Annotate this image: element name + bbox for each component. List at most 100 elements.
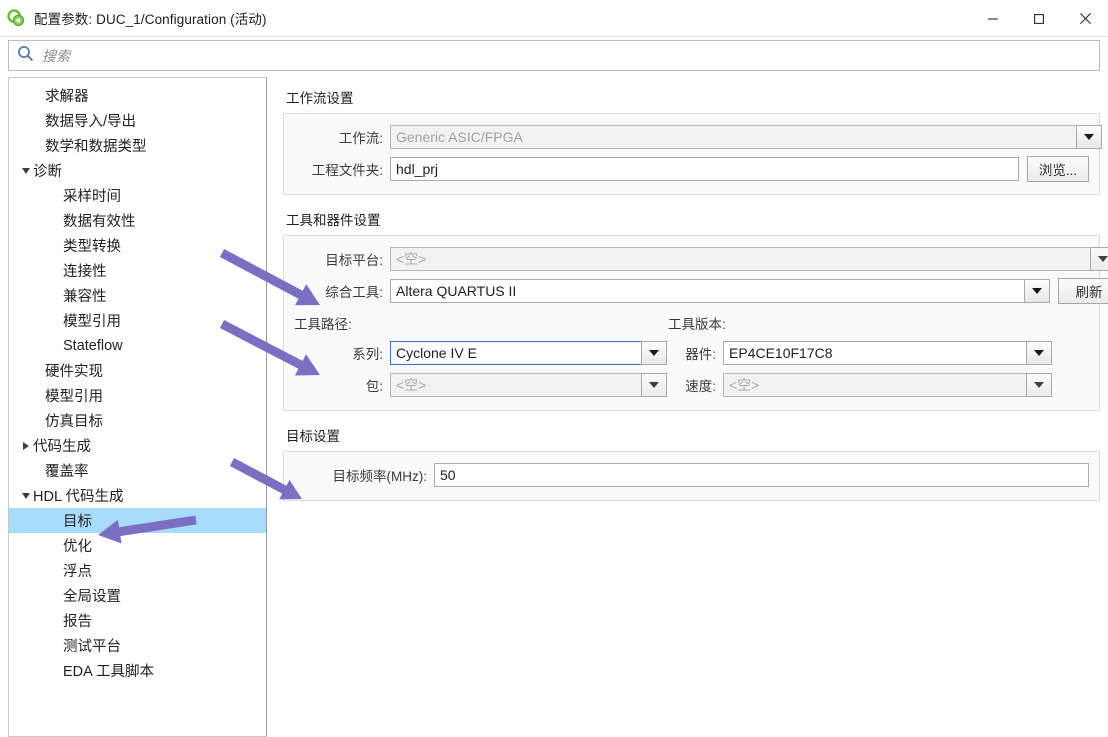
chevron-down-icon[interactable] [1026, 373, 1052, 397]
sidebar-item-6[interactable]: 类型转换 [9, 233, 266, 258]
sidebar-item-12[interactable]: 模型引用 [9, 383, 266, 408]
chevron-down-icon[interactable] [1024, 279, 1050, 303]
sidebar-item-label: 诊断 [33, 164, 62, 180]
sidebar-item-label: 报告 [63, 614, 92, 630]
sidebar-item-label: 模型引用 [63, 314, 121, 330]
family-value[interactable]: Cyclone IV E [390, 341, 641, 365]
tool-group: 目标平台: <空> 综合工具: Altera QUARTUS II 刷新 工具路… [283, 235, 1108, 411]
sidebar-item-9[interactable]: 模型引用 [9, 308, 266, 333]
synthesis-tool-value[interactable]: Altera QUARTUS II [390, 279, 1024, 303]
workflow-group: 工作流: Generic ASIC/FPGA 工程文件夹: hdl_prj 浏览… [283, 113, 1102, 195]
chevron-down-icon[interactable] [19, 167, 33, 174]
sidebar-item-17[interactable]: 目标 [9, 508, 266, 533]
sidebar-item-19[interactable]: 浮点 [9, 558, 266, 583]
sidebar-item-label: 代码生成 [33, 439, 91, 455]
sidebar-item-18[interactable]: 优化 [9, 533, 266, 558]
family-combo[interactable]: Cyclone IV E [390, 341, 667, 365]
sidebar-item-label: 覆盖率 [45, 464, 89, 480]
content-area: 求解器数据导入/导出 数学和数据类型诊断 采样时间数据有效性类型转换连接性兼容性模型… [0, 77, 1108, 737]
sidebar-item-label: EDA 工具脚本 [63, 664, 155, 680]
search-input[interactable]: 搜索 [8, 40, 1100, 71]
sidebar-item-4[interactable]: 采样时间 [9, 183, 266, 208]
package-combo[interactable]: <空> [390, 373, 667, 397]
sidebar-item-label: 数据有效性 [63, 214, 136, 230]
project-folder-input[interactable]: hdl_prj [390, 157, 1019, 181]
target-frequency-label: 目标频率(MHz): [332, 469, 428, 484]
tool-version-label: 工具版本: [668, 317, 726, 332]
minimize-button[interactable] [970, 0, 1016, 37]
sidebar-item-label: 浮点 [63, 564, 92, 580]
workflow-group-title: 工作流设置 [286, 91, 354, 106]
family-label: 系列: [352, 347, 383, 362]
chevron-down-icon[interactable] [641, 341, 667, 365]
paths-header-row: 工具路径: 工具版本: [294, 310, 1089, 336]
chevron-down-icon[interactable] [1090, 247, 1108, 271]
sidebar-item-1[interactable]: 数据导入/导出 [9, 108, 266, 133]
maximize-button[interactable] [1016, 0, 1062, 37]
sidebar-item-label: 仿真目标 [45, 414, 103, 430]
package-value[interactable]: <空> [390, 373, 641, 397]
synthesis-tool-row: 综合工具: Altera QUARTUS II 刷新 [294, 277, 1108, 305]
target-group: 目标频率(MHz): 50 [283, 451, 1100, 501]
tool-path-label: 工具路径: [294, 317, 352, 332]
sidebar-item-10[interactable]: Stateflow [9, 333, 266, 358]
sidebar-item-label: 类型转换 [63, 239, 121, 255]
tree-root: 求解器数据导入/导出 数学和数据类型诊断 采样时间数据有效性类型转换连接性兼容性模型… [9, 78, 266, 683]
sidebar-item-3[interactable]: 诊断 [9, 158, 266, 183]
package-label: 包: [365, 379, 383, 394]
sidebar-item-11[interactable]: 硬件实现 [9, 358, 266, 383]
sidebar-item-label: Stateflow [63, 337, 123, 354]
target-group-title: 目标设置 [286, 429, 340, 444]
workflow-label: 工作流: [338, 131, 383, 146]
sidebar-item-15[interactable]: 覆盖率 [9, 458, 266, 483]
refresh-button[interactable]: 刷新 [1058, 278, 1108, 304]
sidebar-item-label: 兼容性 [63, 289, 107, 305]
target-frequency-row: 目标频率(MHz): 50 [294, 461, 1089, 489]
title-bar: 配置参数: DUC_1/Configuration (活动) [0, 0, 1108, 37]
sidebar-item-14[interactable]: 代码生成 [9, 433, 266, 458]
chevron-down-icon[interactable] [1076, 125, 1102, 149]
synthesis-tool-label: 综合工具: [325, 285, 383, 300]
sidebar-item-0[interactable]: 求解器 [9, 83, 266, 108]
package-speed-row: 包: <空> 速度: <空> [294, 371, 1089, 399]
chevron-down-icon[interactable] [1026, 341, 1052, 365]
sidebar-item-label: 连接性 [63, 264, 107, 280]
sidebar-item-label: 目标 [63, 514, 92, 530]
sidebar-item-13[interactable]: 仿真目标 [9, 408, 266, 433]
sidebar-item-23[interactable]: EDA 工具脚本 [9, 658, 266, 683]
sidebar-item-7[interactable]: 连接性 [9, 258, 266, 283]
settings-tree[interactable]: 求解器数据导入/导出 数学和数据类型诊断 采样时间数据有效性类型转换连接性兼容性模型… [8, 77, 267, 737]
chevron-down-icon[interactable] [19, 492, 33, 499]
workflow-value[interactable]: Generic ASIC/FPGA [390, 125, 1076, 149]
browse-button[interactable]: 浏览... [1027, 156, 1089, 182]
sidebar-item-8[interactable]: 兼容性 [9, 283, 266, 308]
chevron-right-icon[interactable] [19, 441, 33, 450]
device-value[interactable]: EP4CE10F17C8 [723, 341, 1026, 365]
sidebar-item-2[interactable]: 数学和数据类型 [9, 133, 266, 158]
sidebar-item-21[interactable]: 报告 [9, 608, 266, 633]
target-platform-combo[interactable]: <空> [390, 247, 1108, 271]
sidebar-item-label: 模型引用 [45, 389, 103, 405]
workflow-combo[interactable]: Generic ASIC/FPGA [390, 125, 1102, 149]
target-frequency-input[interactable]: 50 [434, 463, 1089, 487]
sidebar-item-16[interactable]: HDL 代码生成 [9, 483, 266, 508]
sidebar-item-20[interactable]: 全局设置 [9, 583, 266, 608]
chevron-down-icon[interactable] [641, 373, 667, 397]
target-platform-row: 目标平台: <空> [294, 245, 1108, 273]
sidebar-item-label: 数学和数据类型 [45, 139, 147, 155]
close-button[interactable] [1062, 0, 1108, 37]
sidebar-item-label: 数据导入/导出 [45, 114, 137, 130]
project-folder-row: 工程文件夹: hdl_prj 浏览... [294, 155, 1089, 183]
speed-value[interactable]: <空> [723, 373, 1026, 397]
tool-group-title: 工具和器件设置 [286, 213, 381, 228]
target-platform-value[interactable]: <空> [390, 247, 1090, 271]
sidebar-item-5[interactable]: 数据有效性 [9, 208, 266, 233]
device-combo[interactable]: EP4CE10F17C8 [723, 341, 1052, 365]
target-platform-label: 目标平台: [325, 253, 383, 268]
sidebar-item-22[interactable]: 测试平台 [9, 633, 266, 658]
speed-combo[interactable]: <空> [723, 373, 1052, 397]
sidebar-item-label: 采样时间 [63, 189, 121, 205]
synthesis-tool-combo[interactable]: Altera QUARTUS II [390, 279, 1050, 303]
search-icon [17, 45, 34, 67]
window-controls [970, 0, 1108, 37]
